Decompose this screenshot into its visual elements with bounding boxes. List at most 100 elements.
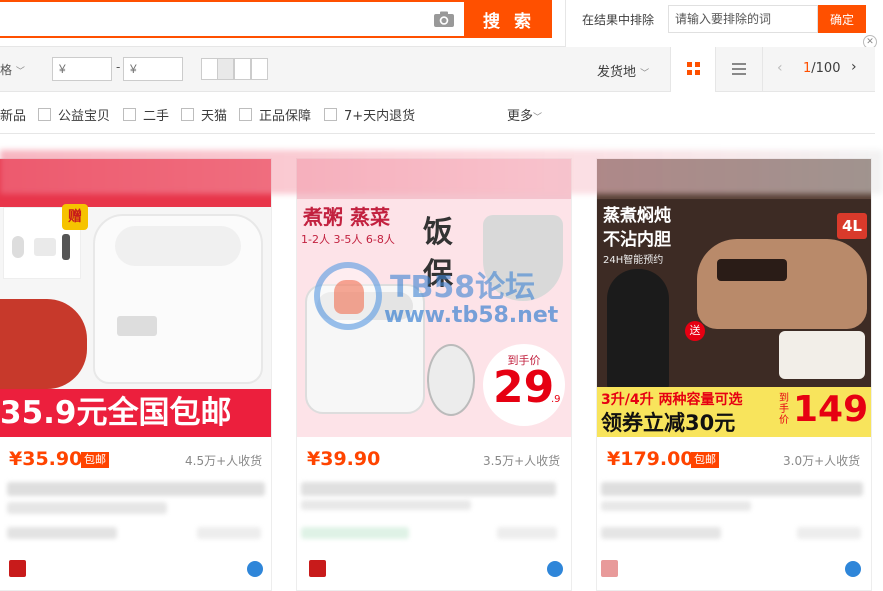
list-icon [732, 63, 746, 75]
shop-name[interactable] [301, 527, 409, 539]
headline: 煮粥 蒸菜 [303, 205, 390, 229]
side-text-1: 饭 [423, 215, 453, 250]
product-image[interactable]: 赠 35.9元全国包邮 [0, 159, 271, 437]
product-price: ¥179.00 [607, 448, 694, 470]
checkbox[interactable] [239, 108, 252, 121]
rice-cooker-illustration [93, 214, 263, 384]
checkbox[interactable] [324, 108, 337, 121]
rice-bowl [779, 331, 865, 379]
cup-icon [34, 238, 56, 256]
price-min-input[interactable] [52, 57, 112, 81]
filter-second-hand[interactable]: 二手 [123, 105, 169, 124]
promo-banner: 35.9元全国包邮 [0, 389, 271, 437]
wangwang-chat-icon[interactable] [247, 561, 263, 577]
product-price: ¥35.90 [9, 448, 83, 470]
search-box [0, 0, 466, 38]
filter-charity[interactable]: 公益宝贝 [38, 105, 110, 124]
cord-icon [62, 234, 70, 260]
histogram-bar [234, 58, 251, 80]
wangwang-chat-icon[interactable] [845, 561, 861, 577]
food-photo [0, 299, 87, 389]
product-card[interactable]: 煮粥 蒸菜 1-2人 3-5人 6-8人 饭 保 到手价 29 .9 ¥39.9… [296, 158, 572, 591]
price-tag-decimal: .9 [551, 394, 561, 405]
exclude-label: 在结果中排除 [582, 13, 655, 27]
price-range-histogram[interactable] [201, 58, 269, 80]
chevron-down-icon: ﹀ [533, 113, 543, 123]
price-sort-tab[interactable]: 格 ﹀ [0, 61, 25, 78]
next-page-icon[interactable]: › [851, 59, 857, 75]
location [797, 527, 861, 539]
free-shipping-badge: 包邮 [81, 452, 109, 468]
prev-page-icon[interactable]: ‹ [777, 60, 783, 76]
headline-2: 不沾内胆 [603, 230, 671, 250]
search-input[interactable] [0, 2, 420, 36]
blurred-overlay [0, 150, 883, 194]
product-card[interactable]: 蒸煮焖炖 不沾内胆 24H智能预约 4L 送 3升/4升 两种容量可选 领券立减… [596, 158, 872, 591]
gift-box: 赠 [3, 204, 88, 279]
free-shipping-badge: 包邮 [691, 452, 719, 468]
search-button[interactable]: 搜 索 [466, 0, 552, 38]
confirm-button[interactable]: 确定 [818, 5, 866, 33]
checkbox[interactable] [181, 108, 194, 121]
sort-filter-bar: 格 ﹀ - 发货地 ﹀ [0, 47, 875, 92]
price-max-input[interactable] [123, 57, 183, 81]
checkbox[interactable] [123, 108, 136, 121]
price-tag-label: 到手价 [779, 393, 789, 426]
price-tag-value: 149 [793, 389, 869, 430]
product-image[interactable]: 蒸煮焖炖 不沾内胆 24H智能预约 4L 送 3升/4升 两种容量可选 领券立减… [597, 159, 871, 437]
filter-7day-return[interactable]: 7+天内退货 [324, 105, 415, 124]
chevron-down-icon: ﹀ [15, 67, 25, 77]
more-filters-button[interactable]: 更多﹀ [507, 105, 542, 124]
rice-cooker-illustration [697, 239, 867, 329]
headline-1: 蒸煮焖炖 [603, 206, 671, 226]
spoon-icon [12, 236, 24, 258]
grid-icon [687, 62, 700, 75]
product-title-line2 [301, 500, 471, 510]
lid-illustration [427, 344, 475, 416]
product-price: ¥39.90 [307, 448, 381, 470]
capacity-options: 1-2人 3-5人 6-8人 [301, 233, 395, 246]
location [197, 527, 261, 539]
price-sort-label: 格 [0, 63, 13, 77]
control-panel [717, 259, 787, 281]
exclude-input[interactable] [668, 5, 818, 33]
shop-icon [601, 560, 618, 577]
product-title-line2 [7, 502, 167, 514]
total-pages: /100 [811, 61, 841, 76]
ship-from-dropdown[interactable]: 发货地 ﹀ [597, 61, 649, 80]
price-tag-value: 29 [493, 362, 555, 413]
product-title[interactable] [7, 482, 265, 496]
sales-count: 3.5万+人收货 [483, 454, 561, 468]
location [497, 527, 557, 539]
filter-label: 7+天内退货 [344, 109, 416, 124]
filter-genuine[interactable]: 正品保障 [239, 105, 311, 124]
histogram-bar [217, 58, 234, 80]
product-title-line2 [601, 501, 751, 511]
filter-new-item[interactable]: 新品 [0, 105, 26, 124]
camera-icon[interactable] [433, 11, 455, 28]
page-indicator: 1/100 [803, 61, 840, 76]
filter-label: 正品保障 [259, 109, 312, 124]
filter-label: 二手 [143, 109, 170, 124]
service-filter-bar: 新品 公益宝贝 二手 天猫 正品保障 7+天内退货 更多﹀ [0, 92, 875, 134]
product-card[interactable]: 赠 35.9元全国包邮 ¥35.90 包邮 4.5万+人收货 [0, 158, 272, 591]
spokesperson-photo [607, 269, 669, 389]
filter-label: 新品 [0, 109, 27, 124]
grid-view-button[interactable] [670, 47, 716, 92]
gift-label: 赠 [62, 204, 88, 230]
sales-count: 3.0万+人收货 [783, 454, 861, 468]
watermark-url: www.tb58.net [384, 303, 559, 328]
histogram-bar [251, 58, 268, 80]
shop-name[interactable] [601, 527, 721, 539]
shop-name[interactable] [7, 527, 117, 539]
gift-label: 送 [685, 321, 705, 341]
product-title[interactable] [301, 482, 556, 496]
filter-label: 天猫 [201, 109, 228, 124]
list-view-button[interactable] [716, 47, 762, 92]
histogram-bar [201, 58, 218, 80]
filter-tmall[interactable]: 天猫 [181, 105, 227, 124]
price-dash: - [116, 60, 121, 74]
wangwang-chat-icon[interactable] [547, 561, 563, 577]
product-title[interactable] [601, 482, 863, 496]
checkbox[interactable] [38, 108, 51, 121]
